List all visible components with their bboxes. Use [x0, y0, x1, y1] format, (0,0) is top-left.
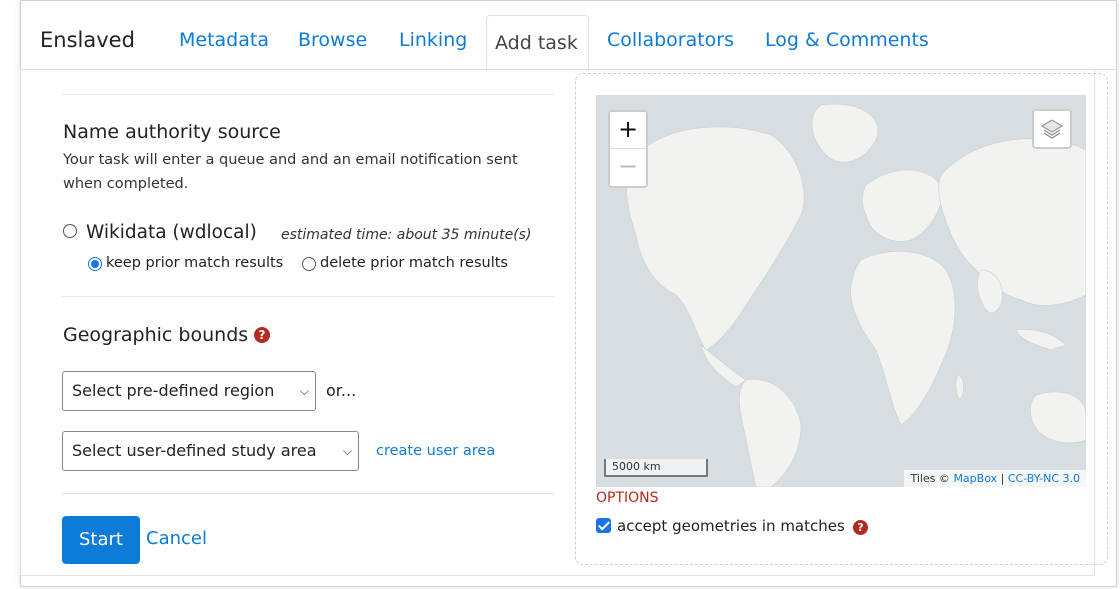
dataset-title: Enslaved: [40, 28, 135, 52]
tab-log-comments[interactable]: Log & Comments: [765, 29, 929, 51]
keep-prior-label: keep prior match results: [106, 255, 284, 271]
wikidata-label: Wikidata (wdlocal): [86, 222, 257, 243]
accept-geometries-label: accept geometries in matches: [617, 517, 845, 535]
tab-linking[interactable]: Linking: [399, 29, 467, 51]
tab-browse[interactable]: Browse: [298, 29, 367, 51]
map-tiles: [626, 103, 1086, 487]
zoom-in-button[interactable]: +: [610, 112, 646, 148]
user-area-value: Select user-defined study area: [72, 441, 317, 460]
task-description-line1: Your task will enter a queue and and an …: [63, 152, 518, 168]
attribution-separator: |: [1000, 472, 1005, 485]
user-area-select[interactable]: Select user-defined study area ⌵: [62, 431, 359, 471]
layers-button[interactable]: [1032, 109, 1072, 149]
geographic-bounds-heading: Geographic bounds: [63, 324, 249, 346]
delete-prior-radio[interactable]: [302, 257, 316, 271]
tab-metadata[interactable]: Metadata: [179, 29, 269, 51]
predefined-region-value: Select pre-defined region: [72, 381, 275, 400]
estimated-time: estimated time: about 35 minute(s): [281, 227, 532, 243]
predefined-region-select[interactable]: Select pre-defined region ⌵: [62, 371, 316, 411]
divider: [62, 94, 554, 95]
scale-bar: 5000 km: [604, 459, 708, 477]
mapbox-link[interactable]: MapBox: [953, 472, 997, 485]
wikidata-radio[interactable]: [63, 224, 77, 238]
divider: [62, 493, 554, 494]
help-icon[interactable]: ?: [254, 327, 270, 343]
or-text: or...: [326, 381, 357, 400]
delete-prior-label: delete prior match results: [320, 255, 508, 271]
tab-add-task[interactable]: Add task: [486, 15, 589, 69]
name-authority-heading: Name authority source: [63, 121, 281, 143]
zoom-control: + −: [608, 110, 648, 188]
chevron-down-icon: ⌵: [299, 384, 309, 398]
help-icon[interactable]: ?: [853, 520, 868, 535]
tab-collaborators[interactable]: Collaborators: [607, 29, 734, 51]
license-link[interactable]: CC-BY-NC 3.0: [1008, 472, 1080, 485]
layers-icon: [1041, 119, 1063, 139]
zoom-out-button[interactable]: −: [610, 148, 646, 185]
start-button[interactable]: Start: [62, 516, 140, 564]
map-attribution: Tiles © MapBox | CC-BY-NC 3.0: [904, 470, 1086, 487]
divider: [62, 296, 554, 297]
tab-bar: Enslaved Metadata Browse Linking Add tas…: [21, 1, 1116, 70]
task-description-line2: when completed.: [63, 176, 189, 192]
keep-prior-radio[interactable]: [88, 257, 102, 271]
create-user-area-link[interactable]: create user area: [376, 443, 495, 459]
attribution-prefix: Tiles ©: [910, 472, 950, 485]
world-map[interactable]: + − 5000 km Tiles © MapBox | CC-BY-NC 3.…: [596, 95, 1086, 487]
options-heading: OPTIONS: [596, 490, 659, 506]
cancel-link[interactable]: Cancel: [146, 528, 207, 549]
accept-geometries-checkbox[interactable]: [596, 518, 611, 533]
chevron-down-icon: ⌵: [342, 444, 352, 458]
